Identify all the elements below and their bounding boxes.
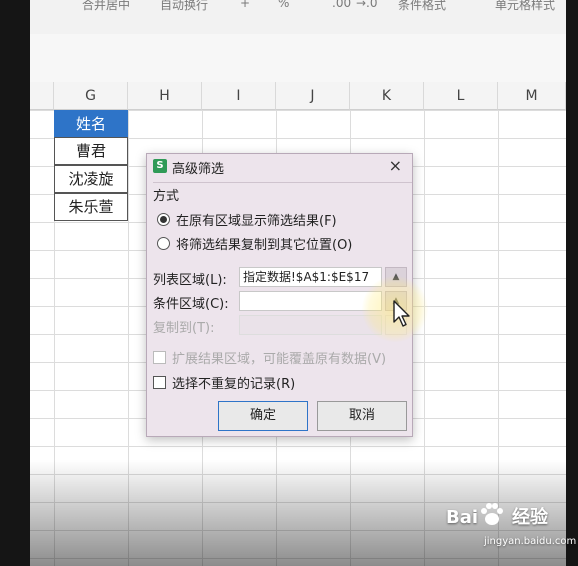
cell-style-button[interactable]: 单元格样式 [495, 0, 555, 13]
column-header-l[interactable]: L [424, 82, 498, 110]
method-group-divider [153, 182, 412, 185]
mouse-cursor-icon [393, 300, 410, 327]
screenshot: 合并居中 自动换行 + % .00 →.0 条件格式 单元格样式 G H I J… [0, 0, 578, 566]
close-icon[interactable]: × [389, 156, 402, 175]
row-header-corner[interactable] [30, 82, 54, 110]
formula-area [30, 34, 566, 82]
radio-in-place[interactable]: 在原有区域显示筛选结果(F) [157, 210, 337, 229]
cell-g4[interactable]: 朱乐萱 [54, 193, 128, 221]
wrap-text-button[interactable]: 自动换行 [160, 0, 208, 13]
watermark-jingyan: 经验 [512, 507, 549, 528]
radio-copy-label: 将筛选结果复制到其它位置(O) [176, 238, 353, 253]
expand-range-label: 扩展结果区域，可能覆盖原有数据(V) [172, 352, 387, 367]
checkbox-icon [153, 376, 166, 389]
cell-g2[interactable]: 曹君 [54, 137, 128, 165]
percent-button[interactable]: % [278, 0, 289, 10]
app-logo-icon: S [153, 159, 167, 173]
unique-records-checkbox[interactable]: 选择不重复的记录(R) [153, 373, 295, 392]
list-range-input[interactable]: 指定数据!$A$1:$E$17 [239, 267, 382, 287]
decimal-decrease-button[interactable]: →.0 [356, 0, 378, 10]
merge-center-button[interactable]: 合并居中 [82, 0, 130, 13]
plus-button[interactable]: + [240, 0, 250, 10]
radio-in-place-label: 在原有区域显示筛选结果(F) [176, 214, 337, 229]
conditional-format-button[interactable]: 条件格式 [398, 0, 446, 13]
radio-selected-icon [157, 213, 170, 226]
column-header-h[interactable]: H [128, 82, 202, 110]
baidu-paw-icon [481, 503, 503, 525]
column-header-k[interactable]: K [350, 82, 424, 110]
cell-g3[interactable]: 沈凌旋 [54, 165, 128, 193]
dialog-title-bar[interactable]: S 高级筛选 × [147, 154, 412, 180]
column-header-j[interactable]: J [276, 82, 350, 110]
criteria-range-input[interactable] [239, 291, 382, 311]
decimal-increase-button[interactable]: .00 [332, 0, 351, 10]
ribbon-toolbar: 合并居中 自动换行 + % .00 →.0 条件格式 单元格样式 [30, 0, 566, 35]
list-range-label: 列表区域(L): [153, 273, 227, 288]
unique-records-label: 选择不重复的记录(R) [172, 377, 296, 392]
cell-g1-header[interactable]: 姓名 [54, 110, 128, 138]
left-frame [0, 0, 30, 566]
method-label: 方式 [153, 189, 180, 204]
copy-to-label: 复制到(T): [153, 321, 215, 336]
watermark-bai: Bai [446, 507, 479, 528]
copy-to-input[interactable] [239, 315, 382, 335]
radio-copy-elsewhere[interactable]: 将筛选结果复制到其它位置(O) [157, 234, 352, 253]
ok-button[interactable]: 确定 [218, 401, 308, 431]
expand-range-checkbox[interactable]: 扩展结果区域，可能覆盖原有数据(V) [153, 348, 386, 367]
dialog-title: 高级筛选 [172, 162, 225, 177]
watermark-url: jingyan.baidu.com [484, 536, 577, 547]
column-header-g[interactable]: G [54, 82, 128, 110]
column-header-i[interactable]: I [202, 82, 276, 110]
checkbox-icon [153, 351, 166, 364]
radio-unselected-icon [157, 237, 170, 250]
column-header-m[interactable]: M [498, 82, 566, 110]
cancel-button[interactable]: 取消 [317, 401, 407, 431]
right-frame [566, 0, 578, 566]
criteria-range-label: 条件区域(C): [153, 297, 229, 312]
